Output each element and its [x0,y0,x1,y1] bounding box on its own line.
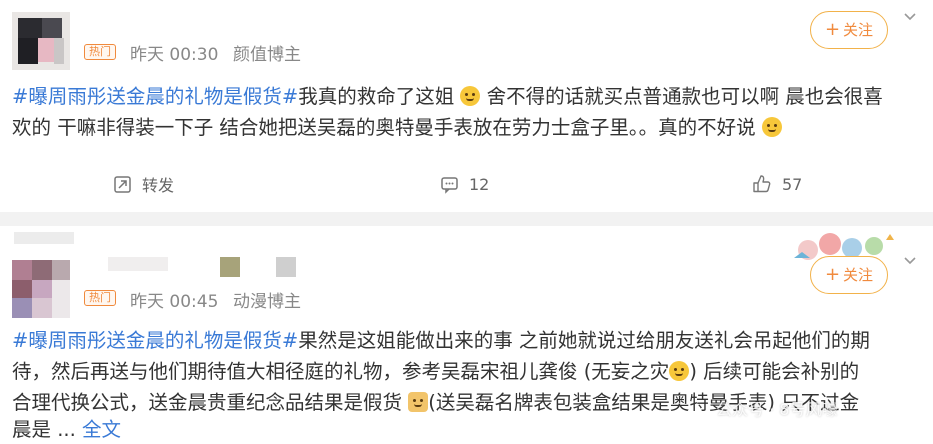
plus-icon: + [824,19,841,40]
post-text-line: 待，然后再送与他们期待值大相径庭的礼物，参考吴磊宋祖儿龚俊 (无妄之灾) 后续可… [12,360,860,383]
post-card: 热门 昨天 00:45 动漫博主 + 关注 #曝周雨彤送金晨的礼物是假货#果然是这… [0,226,933,444]
laughing-emoji-icon [460,86,481,106]
comment-button[interactable]: 12 [440,166,489,202]
comment-count: 12 [469,174,490,194]
follow-button[interactable]: + 关注 [810,256,888,294]
avatar[interactable] [12,12,70,70]
like-icon [753,175,771,193]
post-text-line: 晨是 ... 全文 [12,418,122,441]
hot-badge: 热门 [84,290,116,306]
post-card: 热门 昨天 00:30 颜值博主 + 关注 #曝周雨彤送金晨的礼物是假货#我真的救… [0,0,933,212]
topic-link[interactable]: #曝周雨彤送金晨的礼物是假货# [12,329,298,352]
topic-link[interactable]: #曝周雨彤送金晨的礼物是假货# [12,85,298,108]
read-more-link[interactable]: 全文 [82,418,121,441]
plus-icon: + [824,264,841,285]
smiling-emoji-icon [669,361,690,381]
post-text-line: 欢的 干嘛非得装一下子 结合她把送吴磊的奥特曼手表放在劳力士盒子里。。真的不好说 [12,112,782,143]
post-time: 昨天 00:45 [130,292,219,312]
thinking-emoji-icon [761,117,782,137]
post-text: #曝周雨彤送金晨的礼物是假货#我真的救命了这姐 舍不得的话就买点普通款也可以啊 … [12,85,883,108]
dog-emoji-icon [408,392,429,412]
action-bar: 转发 12 57 [0,166,933,202]
post-text: #曝周雨彤送金晨的礼物是假货#果然是这姐能做出来的事 之前她就说过给朋友送礼会吊… [12,329,870,352]
hot-badge: 热门 [84,44,116,60]
like-count: 57 [782,174,803,194]
avatar[interactable] [12,260,70,318]
repost-button[interactable]: 转发 [113,166,174,202]
repost-icon [114,175,131,193]
post-time: 昨天 00:30 [130,45,219,65]
comment-icon [441,176,458,194]
chevron-down-icon[interactable] [903,10,917,24]
post-source: 颜值博主 [233,45,301,65]
watermark: 公众号 · 8号风嚎 [716,400,838,419]
like-button[interactable]: 57 [752,166,802,202]
chevron-down-icon[interactable] [903,254,917,268]
post-source: 动漫博主 [233,292,301,312]
follow-button[interactable]: + 关注 [810,11,888,49]
